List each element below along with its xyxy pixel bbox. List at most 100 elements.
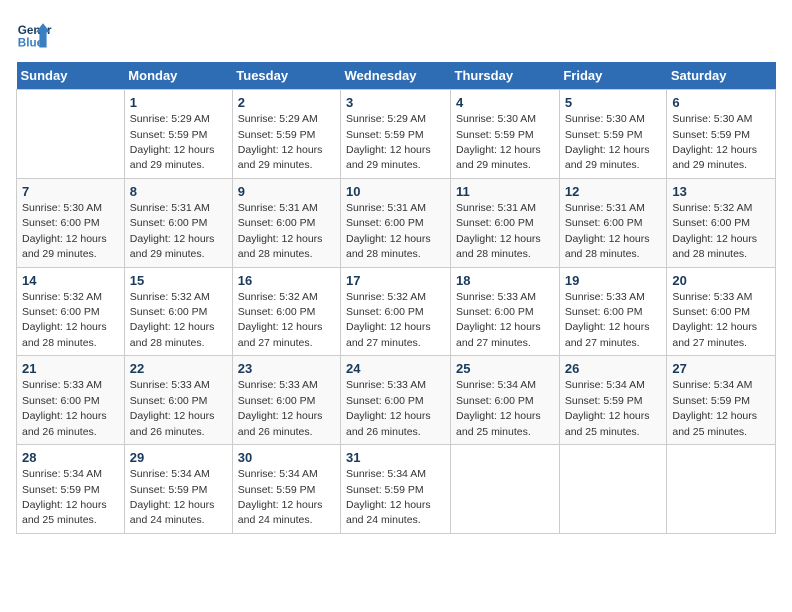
day-number: 6 xyxy=(672,94,770,112)
day-number: 4 xyxy=(456,94,554,112)
day-info: Sunrise: 5:31 AM Sunset: 6:00 PM Dayligh… xyxy=(346,202,431,260)
calendar-cell: 18Sunrise: 5:33 AM Sunset: 6:00 PM Dayli… xyxy=(451,267,560,356)
day-header-friday: Friday xyxy=(559,62,667,90)
calendar-table: SundayMondayTuesdayWednesdayThursdayFrid… xyxy=(16,62,776,534)
day-number: 27 xyxy=(672,360,770,378)
day-info: Sunrise: 5:34 AM Sunset: 6:00 PM Dayligh… xyxy=(456,379,541,437)
day-info: Sunrise: 5:33 AM Sunset: 6:00 PM Dayligh… xyxy=(672,291,757,349)
calendar-cell: 23Sunrise: 5:33 AM Sunset: 6:00 PM Dayli… xyxy=(232,356,340,445)
calendar-cell: 15Sunrise: 5:32 AM Sunset: 6:00 PM Dayli… xyxy=(124,267,232,356)
calendar-cell: 7Sunrise: 5:30 AM Sunset: 6:00 PM Daylig… xyxy=(17,178,125,267)
day-info: Sunrise: 5:30 AM Sunset: 6:00 PM Dayligh… xyxy=(22,202,107,260)
day-info: Sunrise: 5:30 AM Sunset: 5:59 PM Dayligh… xyxy=(565,113,650,171)
calendar-cell: 9Sunrise: 5:31 AM Sunset: 6:00 PM Daylig… xyxy=(232,178,340,267)
day-number: 21 xyxy=(22,360,119,378)
calendar-cell: 11Sunrise: 5:31 AM Sunset: 6:00 PM Dayli… xyxy=(451,178,560,267)
logo-icon: General Blue xyxy=(16,16,52,52)
day-info: Sunrise: 5:32 AM Sunset: 6:00 PM Dayligh… xyxy=(672,202,757,260)
day-number: 23 xyxy=(238,360,335,378)
calendar-cell xyxy=(559,445,667,534)
day-info: Sunrise: 5:33 AM Sunset: 6:00 PM Dayligh… xyxy=(130,379,215,437)
calendar-cell: 1Sunrise: 5:29 AM Sunset: 5:59 PM Daylig… xyxy=(124,90,232,179)
day-number: 20 xyxy=(672,272,770,290)
day-number: 10 xyxy=(346,183,445,201)
day-number: 15 xyxy=(130,272,227,290)
day-number: 5 xyxy=(565,94,662,112)
day-header-monday: Monday xyxy=(124,62,232,90)
day-number: 16 xyxy=(238,272,335,290)
calendar-cell xyxy=(667,445,776,534)
day-info: Sunrise: 5:31 AM Sunset: 6:00 PM Dayligh… xyxy=(565,202,650,260)
day-info: Sunrise: 5:29 AM Sunset: 5:59 PM Dayligh… xyxy=(238,113,323,171)
calendar-cell: 4Sunrise: 5:30 AM Sunset: 5:59 PM Daylig… xyxy=(451,90,560,179)
day-info: Sunrise: 5:34 AM Sunset: 5:59 PM Dayligh… xyxy=(565,379,650,437)
calendar-cell: 6Sunrise: 5:30 AM Sunset: 5:59 PM Daylig… xyxy=(667,90,776,179)
calendar-cell: 16Sunrise: 5:32 AM Sunset: 6:00 PM Dayli… xyxy=(232,267,340,356)
calendar-header-row: SundayMondayTuesdayWednesdayThursdayFrid… xyxy=(17,62,776,90)
day-info: Sunrise: 5:34 AM Sunset: 5:59 PM Dayligh… xyxy=(346,468,431,526)
day-number: 12 xyxy=(565,183,662,201)
calendar-cell: 29Sunrise: 5:34 AM Sunset: 5:59 PM Dayli… xyxy=(124,445,232,534)
day-number: 18 xyxy=(456,272,554,290)
week-row-4: 21 Sunrise: 5:33 AM Sunset: 6:00 PM Dayli… xyxy=(17,356,776,445)
calendar-cell: 27Sunrise: 5:34 AM Sunset: 5:59 PM Dayli… xyxy=(667,356,776,445)
page-header: General Blue xyxy=(16,16,776,52)
day-info: Sunrise: 5:34 AM Sunset: 5:59 PM Dayligh… xyxy=(22,468,107,526)
day-number: 9 xyxy=(238,183,335,201)
day-number: 24 xyxy=(346,360,445,378)
day-number: 17 xyxy=(346,272,445,290)
day-number: 14 xyxy=(22,272,119,290)
week-row-3: 14 Sunrise: 5:32 AM Sunset: 6:00 PM Dayli… xyxy=(17,267,776,356)
day-info: Sunrise: 5:31 AM Sunset: 6:00 PM Dayligh… xyxy=(238,202,323,260)
day-info: Sunrise: 5:31 AM Sunset: 6:00 PM Dayligh… xyxy=(130,202,215,260)
calendar-cell: 8Sunrise: 5:31 AM Sunset: 6:00 PM Daylig… xyxy=(124,178,232,267)
calendar-cell: 13Sunrise: 5:32 AM Sunset: 6:00 PM Dayli… xyxy=(667,178,776,267)
day-info: Sunrise: 5:34 AM Sunset: 5:59 PM Dayligh… xyxy=(672,379,757,437)
day-info: Sunrise: 5:29 AM Sunset: 5:59 PM Dayligh… xyxy=(346,113,431,171)
day-info: Sunrise: 5:30 AM Sunset: 5:59 PM Dayligh… xyxy=(456,113,541,171)
week-row-1: 1Sunrise: 5:29 AM Sunset: 5:59 PM Daylig… xyxy=(17,90,776,179)
day-header-tuesday: Tuesday xyxy=(232,62,340,90)
day-info: Sunrise: 5:29 AM Sunset: 5:59 PM Dayligh… xyxy=(130,113,215,171)
calendar-cell xyxy=(17,90,125,179)
day-info: Sunrise: 5:33 AM Sunset: 6:00 PM Dayligh… xyxy=(565,291,650,349)
calendar-cell: 5Sunrise: 5:30 AM Sunset: 5:59 PM Daylig… xyxy=(559,90,667,179)
day-info: Sunrise: 5:32 AM Sunset: 6:00 PM Dayligh… xyxy=(238,291,323,349)
day-number: 31 xyxy=(346,449,445,467)
calendar-cell: 10Sunrise: 5:31 AM Sunset: 6:00 PM Dayli… xyxy=(341,178,451,267)
day-info: Sunrise: 5:32 AM Sunset: 6:00 PM Dayligh… xyxy=(346,291,431,349)
day-number: 26 xyxy=(565,360,662,378)
calendar-cell: 14Sunrise: 5:32 AM Sunset: 6:00 PM Dayli… xyxy=(17,267,125,356)
calendar-cell xyxy=(451,445,560,534)
calendar-cell: 22Sunrise: 5:33 AM Sunset: 6:00 PM Dayli… xyxy=(124,356,232,445)
calendar-cell: 25Sunrise: 5:34 AM Sunset: 6:00 PM Dayli… xyxy=(451,356,560,445)
calendar-cell: 3Sunrise: 5:29 AM Sunset: 5:59 PM Daylig… xyxy=(341,90,451,179)
day-info: Sunrise: 5:34 AM Sunset: 5:59 PM Dayligh… xyxy=(238,468,323,526)
calendar-cell: 31Sunrise: 5:34 AM Sunset: 5:59 PM Dayli… xyxy=(341,445,451,534)
day-number: 22 xyxy=(130,360,227,378)
day-header-saturday: Saturday xyxy=(667,62,776,90)
day-info: Sunrise: 5:33 AM Sunset: 6:00 PM Dayligh… xyxy=(346,379,431,437)
day-number: 19 xyxy=(565,272,662,290)
calendar-cell: 17Sunrise: 5:32 AM Sunset: 6:00 PM Dayli… xyxy=(341,267,451,356)
day-number: 2 xyxy=(238,94,335,112)
calendar-cell: 20Sunrise: 5:33 AM Sunset: 6:00 PM Dayli… xyxy=(667,267,776,356)
calendar-cell: 19Sunrise: 5:33 AM Sunset: 6:00 PM Dayli… xyxy=(559,267,667,356)
calendar-cell: 24Sunrise: 5:33 AM Sunset: 6:00 PM Dayli… xyxy=(341,356,451,445)
day-info: Sunrise: 5:31 AM Sunset: 6:00 PM Dayligh… xyxy=(456,202,541,260)
day-info: Sunrise: 5:32 AM Sunset: 6:00 PM Dayligh… xyxy=(130,291,215,349)
day-info: Sunrise: 5:33 AM Sunset: 6:00 PM Dayligh… xyxy=(238,379,323,437)
calendar-body: 1Sunrise: 5:29 AM Sunset: 5:59 PM Daylig… xyxy=(17,90,776,534)
day-header-wednesday: Wednesday xyxy=(341,62,451,90)
calendar-cell: 26Sunrise: 5:34 AM Sunset: 5:59 PM Dayli… xyxy=(559,356,667,445)
day-header-sunday: Sunday xyxy=(17,62,125,90)
logo: General Blue xyxy=(16,16,52,52)
day-number: 7 xyxy=(22,183,119,201)
day-number: 25 xyxy=(456,360,554,378)
day-number: 13 xyxy=(672,183,770,201)
day-number: 11 xyxy=(456,183,554,201)
day-info: Sunrise: 5:34 AM Sunset: 5:59 PM Dayligh… xyxy=(130,468,215,526)
calendar-cell: 28Sunrise: 5:34 AM Sunset: 5:59 PM Dayli… xyxy=(17,445,125,534)
day-number: 1 xyxy=(130,94,227,112)
day-number: 3 xyxy=(346,94,445,112)
